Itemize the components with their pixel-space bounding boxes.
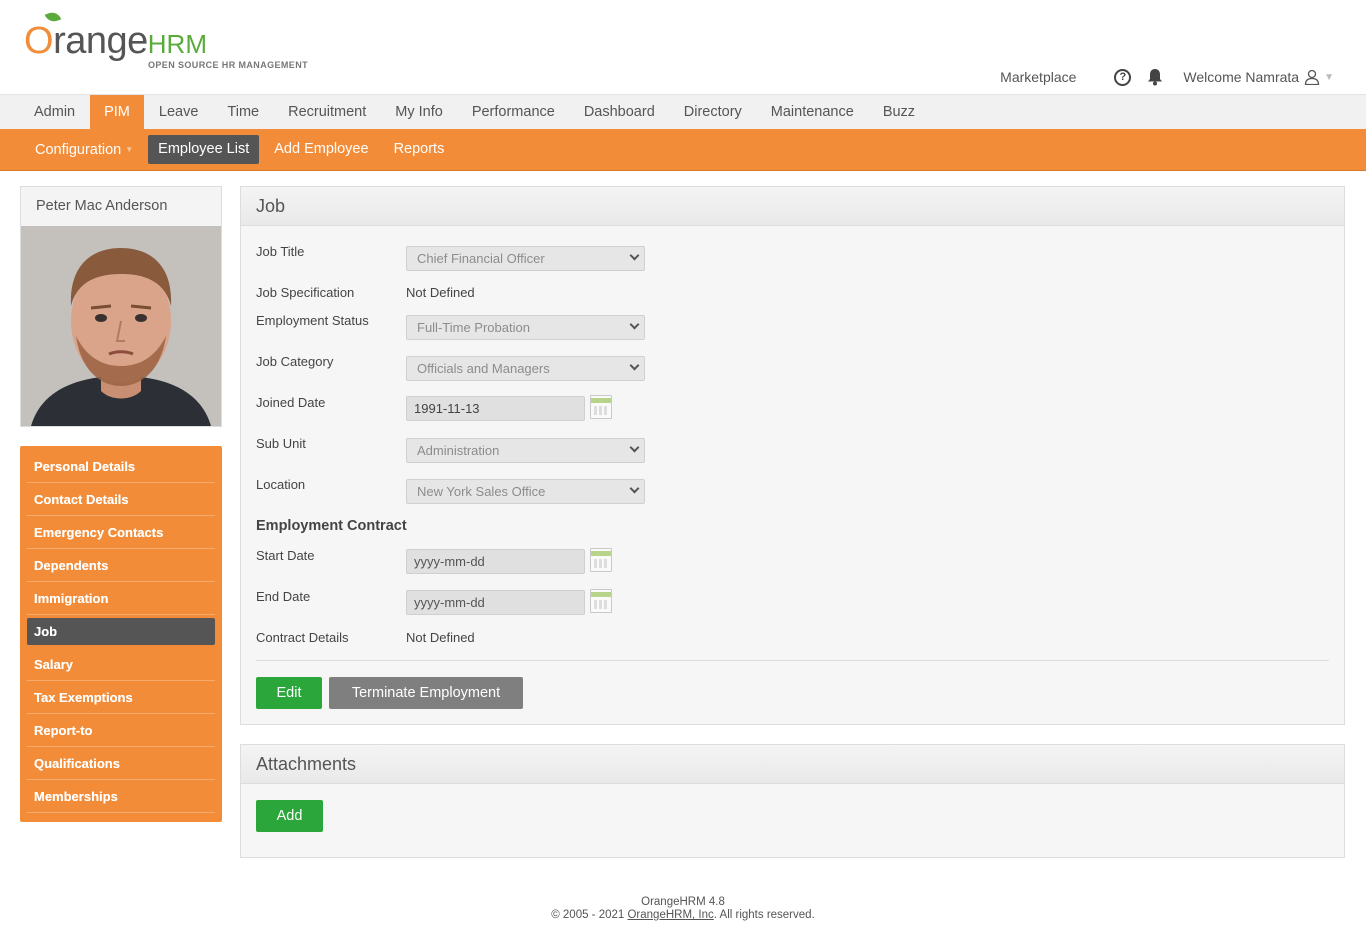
divider (256, 660, 1329, 661)
footer-company-link[interactable]: OrangeHRM, Inc (627, 909, 713, 921)
sidenav-immigration[interactable]: Immigration (27, 582, 215, 615)
employee-photo-image (21, 226, 221, 426)
submenu-employee-list[interactable]: Employee List (148, 135, 260, 164)
dropdown-arrow-icon: ▼ (125, 145, 134, 154)
edit-button[interactable]: Edit (256, 677, 322, 709)
employee-photo[interactable] (21, 226, 221, 426)
chevron-down-icon (629, 250, 640, 261)
attachments-panel-title: Attachments (241, 745, 1344, 784)
end-date-input[interactable]: yyyy-mm-dd (406, 590, 585, 615)
logo-o: O (24, 20, 54, 62)
chevron-down-icon (629, 360, 640, 371)
calendar-icon[interactable] (590, 589, 612, 613)
employment-contract-heading: Employment Contract (256, 518, 407, 534)
sidenav-dependents[interactable]: Dependents (27, 549, 215, 582)
joined-date-input[interactable]: 1991-11-13 (406, 396, 585, 421)
job-spec-value: Not Defined (406, 285, 475, 300)
job-category-label: Job Category (256, 354, 334, 369)
chevron-down-icon (629, 442, 640, 453)
menu-my-info[interactable]: My Info (381, 95, 457, 130)
marketplace-link[interactable]: Marketplace (1000, 69, 1076, 85)
job-title-label: Job Title (256, 244, 305, 259)
sidenav-qualifications[interactable]: Qualifications (27, 747, 215, 780)
sidenav-salary[interactable]: Salary (27, 648, 215, 681)
sub-unit-select[interactable]: Administration (406, 438, 645, 463)
menu-directory[interactable]: Directory (670, 95, 756, 130)
submenu-configuration[interactable]: Configuration ▼ (25, 135, 143, 164)
job-category-select[interactable]: Officials and Managers (406, 356, 645, 381)
sidenav-personal-details[interactable]: Personal Details (27, 450, 215, 483)
chevron-down-icon (629, 319, 640, 330)
menu-dashboard[interactable]: Dashboard (570, 95, 669, 130)
calendar-icon[interactable] (590, 548, 612, 572)
help-circle-icon[interactable]: ? (1114, 68, 1132, 86)
user-icon[interactable] (1304, 69, 1320, 86)
sub-unit-select-value: Administration (417, 443, 500, 458)
bell-icon[interactable] (1147, 68, 1163, 86)
chevron-down-icon[interactable]: ▼ (1324, 72, 1334, 83)
footer-copyright-prefix: © 2005 - 2021 (551, 909, 628, 921)
employee-name: Peter Mac Anderson (36, 198, 168, 214)
sub-unit-label: Sub Unit (256, 436, 306, 451)
terminate-employment-button[interactable]: Terminate Employment (329, 677, 523, 709)
sidenav-job[interactable]: Job (27, 618, 215, 645)
sidenav-memberships[interactable]: Memberships (27, 780, 215, 813)
logo-hrm: HRM (147, 29, 207, 59)
menu-pim[interactable]: PIM (90, 95, 144, 130)
menu-time[interactable]: Time (213, 95, 273, 130)
job-spec-label: Job Specification (256, 285, 355, 300)
menu-performance[interactable]: Performance (458, 95, 569, 130)
job-category-select-value: Officials and Managers (417, 361, 550, 376)
footer-copyright: © 2005 - 2021 OrangeHRM, Inc. All rights… (0, 909, 1366, 922)
logo-tagline: OPEN SOURCE HR MANAGEMENT (148, 60, 309, 70)
footer-copyright-suffix: . All rights reserved. (713, 909, 815, 921)
main-menu: Admin PIM Leave Time Recruitment My Info… (0, 94, 1366, 130)
menu-maintenance[interactable]: Maintenance (757, 95, 868, 130)
joined-date-label: Joined Date (256, 395, 326, 410)
sub-menu: Configuration ▼ Employee List Add Employe… (0, 129, 1366, 171)
footer-version: OrangeHRM 4.8 (641, 896, 725, 908)
emp-status-label: Employment Status (256, 313, 369, 328)
submenu-reports[interactable]: Reports (384, 135, 455, 164)
chevron-down-icon (629, 483, 640, 494)
calendar-icon[interactable] (590, 395, 612, 419)
job-title-select[interactable]: Chief Financial Officer (406, 246, 645, 271)
sidenav-report-to[interactable]: Report-to (27, 714, 215, 747)
menu-recruitment[interactable]: Recruitment (274, 95, 380, 130)
menu-admin[interactable]: Admin (20, 95, 89, 130)
menu-buzz[interactable]: Buzz (869, 95, 929, 130)
end-date-label: End Date (256, 589, 311, 604)
job-title-select-value: Chief Financial Officer (417, 251, 545, 266)
job-panel-title: Job (241, 187, 1344, 226)
menu-leave[interactable]: Leave (145, 95, 213, 130)
location-select-value: New York Sales Office (417, 484, 546, 499)
add-attachment-button[interactable]: Add (256, 800, 323, 832)
welcome-user-link[interactable]: Welcome Namrata (1183, 69, 1299, 85)
start-date-input[interactable]: yyyy-mm-dd (406, 549, 585, 574)
attachments-panel: Attachments Add (240, 744, 1345, 858)
footer: OrangeHRM 4.8 © 2005 - 2021 OrangeHRM, I… (0, 896, 1366, 922)
sidenav-contact-details[interactable]: Contact Details (27, 483, 215, 516)
employee-side-nav: Personal Details Contact Details Emergen… (20, 446, 222, 822)
emp-status-select-value: Full-Time Probation (417, 320, 530, 335)
orangehrm-logo[interactable]: OrangeHRM OPEN SOURCE HR MANAGEMENT (24, 9, 314, 74)
sidenav-tax-exemptions[interactable]: Tax Exemptions (27, 681, 215, 714)
start-date-label: Start Date (256, 548, 315, 563)
location-label: Location (256, 477, 306, 492)
logo-wordmark: OrangeHRM (24, 20, 207, 63)
profile-box: Peter Mac Anderson (20, 186, 222, 427)
location-select[interactable]: New York Sales Office (406, 479, 645, 504)
job-panel: Job Job Title Chief Financial Officer Jo… (240, 186, 1345, 725)
top-right-bar: Marketplace ? Welcome Namrata ▼ (1000, 67, 1334, 87)
submenu-configuration-label: Configuration (35, 142, 122, 158)
emp-status-select[interactable]: Full-Time Probation (406, 315, 645, 340)
logo-range: range (53, 20, 148, 62)
contract-details-value: Not Defined (406, 630, 475, 645)
submenu-add-employee[interactable]: Add Employee (264, 135, 378, 164)
contract-details-label: Contract Details (256, 630, 349, 645)
sidenav-emergency-contacts[interactable]: Emergency Contacts (27, 516, 215, 549)
